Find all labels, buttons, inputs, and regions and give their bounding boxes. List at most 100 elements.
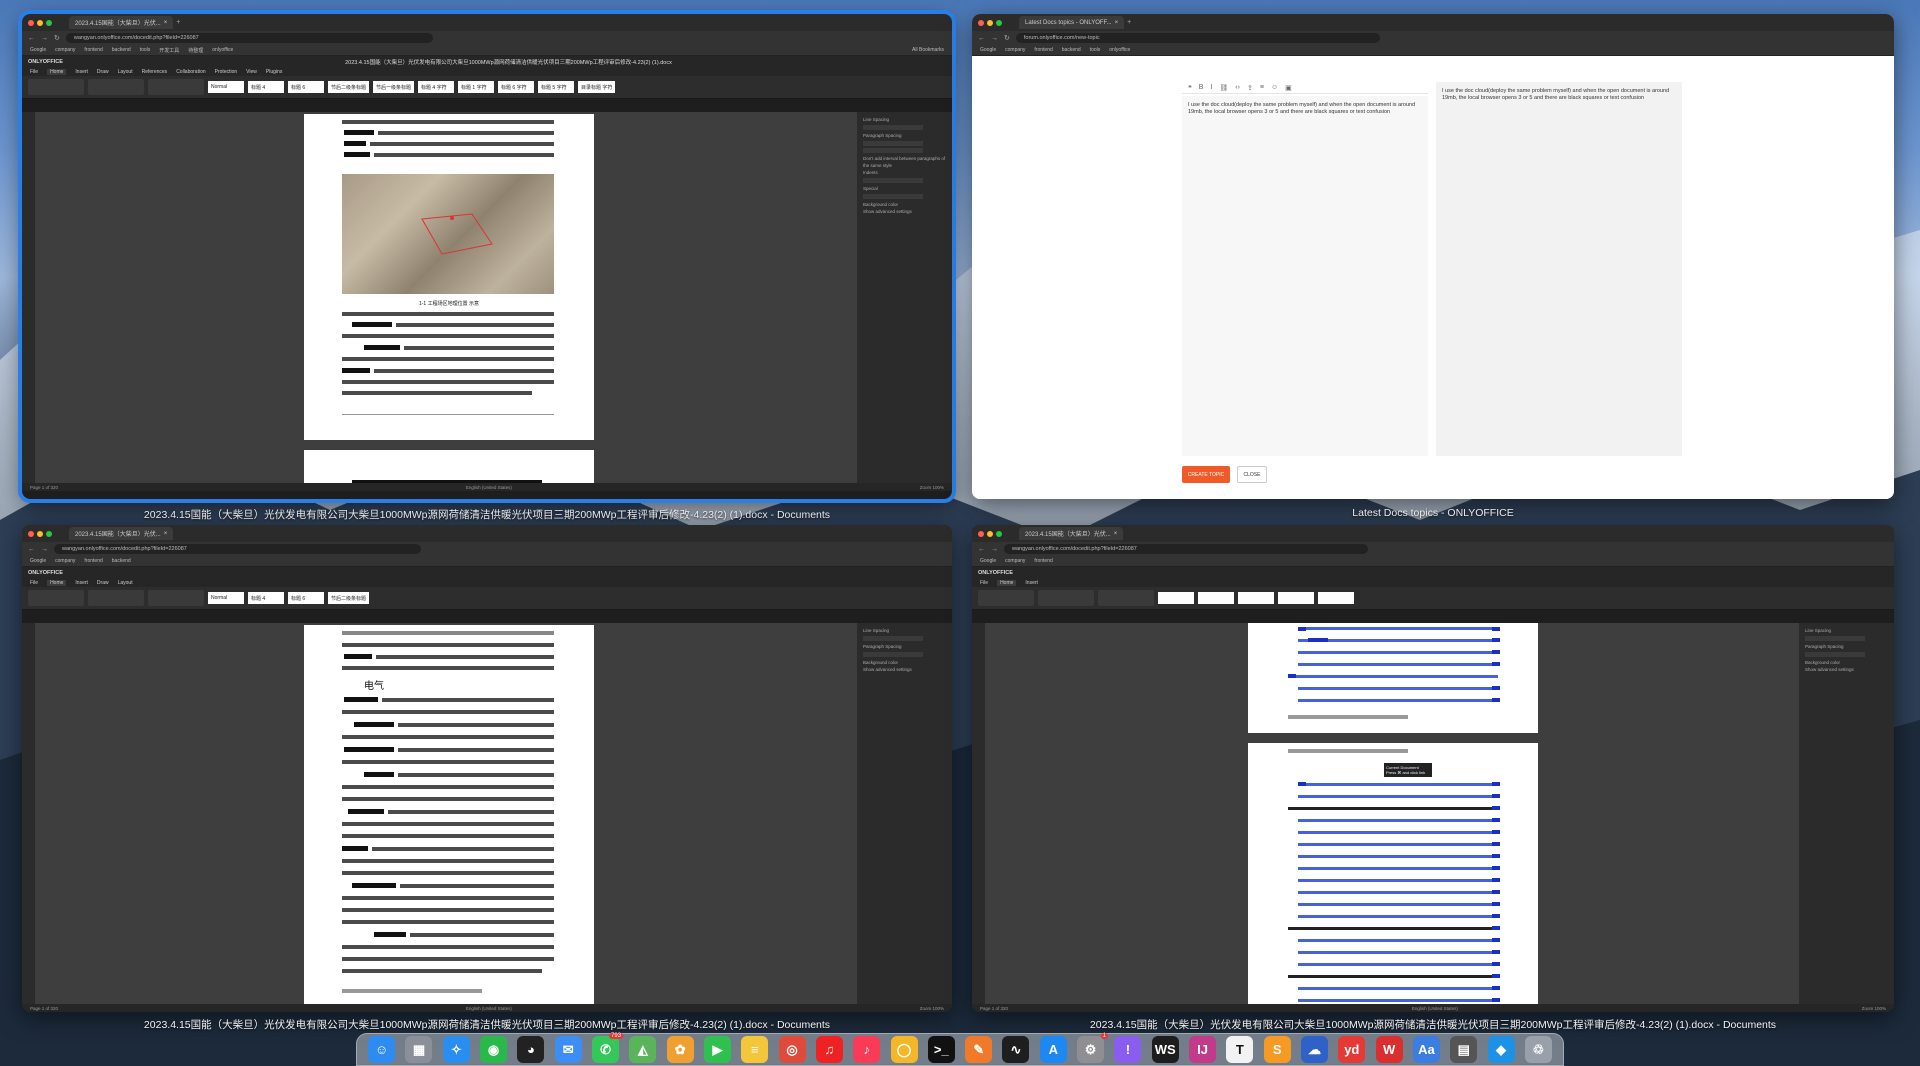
document-page[interactable]: 1-1 工程场区地理位置 示意 (304, 114, 594, 440)
document-workspace[interactable]: Line Spacing Paragraph Spacing Don't add… (22, 112, 952, 491)
style-h6-char[interactable]: 标题 6 字符 (498, 81, 535, 93)
forward-icon[interactable]: → (991, 546, 998, 553)
tab-layout[interactable]: Layout (118, 580, 133, 586)
spacing-before[interactable] (863, 141, 923, 146)
font-tools[interactable] (978, 590, 1034, 606)
spacing-after[interactable] (863, 148, 923, 153)
forward-icon[interactable]: → (41, 35, 48, 42)
style-sub-2[interactable]: 节后二级条标题 (328, 81, 370, 93)
paragraph-tools[interactable] (88, 79, 144, 95)
tab-layout[interactable]: Layout (118, 69, 133, 75)
tab-collaboration[interactable]: Collaboration (176, 69, 205, 75)
style-h4-char[interactable]: 标题 4 字符 (418, 81, 455, 93)
bookmark-frontend[interactable]: frontend (1034, 558, 1052, 564)
messages-icon[interactable]: ✆ 793 (592, 1033, 624, 1063)
close-window-icon[interactable] (28, 19, 34, 26)
url-field[interactable]: wangyan.onlyoffice.com/docedit.php?fileI… (65, 33, 434, 43)
style-blank-3[interactable] (1238, 592, 1274, 604)
tab-plugins[interactable]: Plugins (266, 69, 282, 75)
background-color-checkbox[interactable]: Background color (863, 201, 946, 208)
maps-icon[interactable]: ◭ (629, 1036, 657, 1063)
document-language[interactable]: English (United States) (466, 485, 512, 490)
close-tab-icon[interactable]: × (164, 531, 168, 537)
composer-input[interactable]: I use the doc cloud(deploy the same prob… (1182, 96, 1428, 456)
emoji-icon[interactable]: ☺ (1271, 84, 1278, 91)
zoom-window-icon[interactable] (46, 530, 52, 537)
document-language[interactable]: English (United States) (1412, 1006, 1458, 1011)
bookmark-onlyoffice[interactable]: onlyoffice (1109, 47, 1130, 53)
facetime-icon[interactable]: ▶ (703, 1036, 731, 1063)
style-h1-char[interactable]: 标题 1 字符 (458, 81, 495, 93)
bookmark-frontend[interactable]: frontend (1034, 47, 1052, 53)
new-tab-icon[interactable]: + (176, 19, 180, 26)
minimize-window-icon[interactable] (987, 530, 993, 537)
style-heading-4[interactable]: 标题 4 (248, 592, 284, 604)
tab-references[interactable]: References (142, 69, 168, 75)
browser-tab[interactable]: 2023.4.15国能（大柴旦）光伏... × (69, 527, 174, 540)
tab-view[interactable]: View (246, 69, 257, 75)
date-icon[interactable]: ▣ (1285, 84, 1292, 92)
dictionary-icon[interactable]: Aa (1412, 1036, 1440, 1063)
document-workspace[interactable]: Line Spacing Paragraph Spacing Backgroun… (972, 623, 1894, 1012)
bookmark-backend[interactable]: backend (112, 47, 131, 53)
line-spacing-select[interactable] (863, 125, 923, 130)
sourcetree-icon[interactable]: ☁ (1300, 1036, 1328, 1063)
toc-page-2[interactable]: Current Document Press ⌘ and click link (1248, 743, 1538, 1012)
advanced-settings-link[interactable]: Show advanced settings (863, 208, 946, 215)
bookmark-backend[interactable]: backend (1062, 47, 1081, 53)
style-normal[interactable]: Normal (208, 81, 244, 93)
link-icon[interactable]: ⛓ (1219, 84, 1228, 92)
quote-icon[interactable]: ❝ (1188, 84, 1192, 92)
style-blank-5[interactable] (1318, 592, 1354, 604)
safari-icon[interactable]: ✧ (442, 1036, 470, 1063)
bookmark-google[interactable]: Google (980, 558, 996, 564)
pencil-icon[interactable]: ✎ (965, 1036, 993, 1063)
style-toc-char[interactable]: 目录标题 字符 (578, 81, 616, 93)
tab-insert[interactable]: Insert (1025, 580, 1038, 586)
zoom-level[interactable]: Zoom 100% (920, 1006, 944, 1011)
tab-home[interactable]: Home (47, 579, 67, 586)
reload-icon[interactable]: ↻ (1004, 34, 1010, 42)
spacing-before[interactable] (1805, 652, 1865, 657)
window-document-2[interactable]: 2023.4.15国能（大柴旦）光伏... × ← → wangyan.onlyo… (22, 525, 952, 1012)
wps-icon[interactable]: W (1375, 1036, 1403, 1063)
mail-icon[interactable]: ✉ (554, 1036, 582, 1063)
minimize-window-icon[interactable] (37, 19, 43, 26)
spacing-before[interactable] (863, 652, 923, 657)
bookmark-todo[interactable]: 待整理 (188, 47, 203, 54)
close-window-icon[interactable] (28, 530, 34, 537)
bookmark-company[interactable]: company (55, 558, 75, 564)
style-blank-1[interactable] (1158, 592, 1194, 604)
font-tools[interactable] (28, 79, 84, 95)
browser-tab[interactable]: 2023.4.15国能（大柴旦）光伏... × (69, 16, 174, 29)
reload-icon[interactable]: ↻ (54, 34, 60, 42)
launchpad-icon[interactable]: ▦ (405, 1036, 433, 1063)
advanced-settings-link[interactable]: Show advanced settings (1805, 666, 1888, 673)
bookmark-google[interactable]: Google (30, 558, 46, 564)
window-document-1[interactable]: 2023.4.15国能（大柴旦）光伏... × + ← → ↻ wangyan.o… (18, 10, 956, 503)
page-count[interactable]: Page 1 of 320 (980, 1006, 1008, 1011)
indent-left[interactable] (863, 178, 923, 183)
bookmark-backend[interactable]: backend (112, 558, 131, 564)
tab-protection[interactable]: Protection (215, 69, 238, 75)
notes-icon[interactable]: ≡ (741, 1036, 769, 1063)
window-forum[interactable]: Latest Docs topics - ONLYOFF... × + ← → ↻… (972, 14, 1894, 499)
bookmark-frontend[interactable]: frontend (84, 47, 102, 53)
url-field[interactable]: forum.onlyoffice.com/new-topic (1015, 33, 1380, 43)
italic-icon[interactable]: I (1210, 84, 1212, 91)
feedback-icon[interactable]: ! (1114, 1036, 1142, 1063)
close-tab-icon[interactable]: × (1114, 531, 1118, 537)
no-interval-checkbox[interactable]: Don't add interval between paragraphs of… (863, 155, 946, 169)
tab-insert[interactable]: Insert (75, 580, 88, 586)
tab-home[interactable]: Home (47, 68, 67, 75)
list-icon[interactable]: ≡ (1260, 84, 1264, 91)
bookmark-company[interactable]: company (1005, 47, 1025, 53)
calculator-icon[interactable]: ▤ (1450, 1036, 1478, 1063)
close-window-icon[interactable] (978, 530, 984, 537)
document-language[interactable]: English (United States) (466, 1006, 512, 1011)
zoom-level[interactable]: Zoom 100% (920, 485, 944, 490)
intellij-icon[interactable]: IJ (1189, 1036, 1217, 1063)
tab-home[interactable]: Home (997, 579, 1017, 586)
bookmark-dev-tools[interactable]: 开发工具 (159, 47, 179, 54)
trash-icon[interactable]: ♲ (1524, 1036, 1552, 1063)
